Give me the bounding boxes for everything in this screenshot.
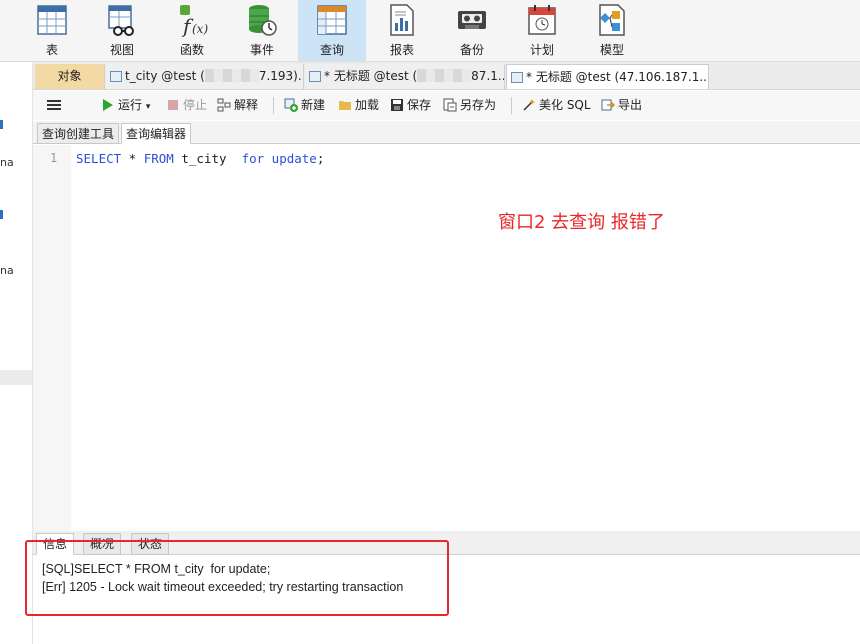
tab-objects[interactable]: 对象 <box>35 64 105 89</box>
explain-label: 解释 <box>234 98 259 112</box>
query-icon <box>511 72 523 83</box>
new-label: 新建 <box>301 98 326 112</box>
save-as-button[interactable]: 另存为 <box>443 97 496 113</box>
folder-icon <box>339 101 351 110</box>
tree-node-marker <box>0 120 3 129</box>
stop-button[interactable]: 停止 <box>166 97 207 113</box>
separator <box>273 97 274 114</box>
svg-text:(x): (x) <box>192 22 208 36</box>
main-toolbar: 表 视图 f (x) 函数 事件 查询 报表 备份 计划 模型 <box>0 0 860 62</box>
tree-node-marker <box>0 210 3 219</box>
query-action-bar: 运行 ▾ 停止 解释 新建 加载 保存 另存为 美化 SQL 导出 <box>33 91 860 120</box>
load-button[interactable]: 加载 <box>338 97 379 113</box>
tab-label-suffix: 7.193)... <box>258 69 303 83</box>
toolbar-label: 计划 <box>529 43 554 57</box>
tab-t-city[interactable]: t_city @test ( 7.193)... <box>106 64 304 89</box>
toolbar-label: 事件 <box>249 43 274 57</box>
view-icon <box>108 5 134 36</box>
toolbar-view-button[interactable]: 视图 <box>88 0 156 61</box>
sidebar-fragment[interactable]: na <box>0 264 14 277</box>
document-tab-bar: 对象 t_city @test ( 7.193)... * 无标题 @test (… <box>33 62 860 90</box>
schedule-icon <box>528 5 556 35</box>
tab-label: * 无标题 @test (47.106.187.1... <box>526 70 709 84</box>
error-highlight-box <box>25 540 449 616</box>
chevron-down-icon[interactable]: ▾ <box>146 102 151 112</box>
sql-editor[interactable]: 1 SELECT * FROM t_city for update; <box>33 145 860 531</box>
query-icon <box>317 5 347 35</box>
code-semicolon: ; <box>316 151 325 166</box>
query-icon <box>309 71 321 82</box>
toolbar-label: 视图 <box>109 43 134 57</box>
redacted-ip <box>204 69 259 82</box>
sql-code-line[interactable]: SELECT * FROM t_city for update; <box>76 151 324 166</box>
tab-label: * 无标题 @test ( <box>324 69 418 83</box>
save-as-label: 另存为 <box>460 98 497 112</box>
export-icon <box>601 99 615 111</box>
backup-icon <box>458 11 486 29</box>
toolbar-schedule-button[interactable]: 计划 <box>508 0 576 61</box>
new-button[interactable]: 新建 <box>284 97 325 113</box>
beautify-sql-button[interactable]: 美化 SQL <box>522 97 591 113</box>
explain-button[interactable]: 解释 <box>217 97 258 113</box>
hamburger-icon <box>47 100 61 110</box>
sidebar-fragment[interactable]: na <box>0 156 14 169</box>
toolbar-model-button[interactable]: 模型 <box>578 0 646 61</box>
toolbar-report-button[interactable]: 报表 <box>368 0 436 61</box>
query-mode-tabs: 查询创建工具 查询编辑器 <box>33 121 860 144</box>
new-query-icon <box>284 98 298 112</box>
menu-button[interactable] <box>47 97 64 113</box>
tab-query-editor[interactable]: 查询编辑器 <box>121 123 192 144</box>
redacted-ip <box>417 69 472 82</box>
run-button[interactable]: 运行 ▾ <box>101 97 150 113</box>
keyword-from: FROM <box>143 151 174 166</box>
code-table-name: t_city <box>173 151 242 166</box>
stop-icon <box>168 100 178 110</box>
code-text: * <box>121 151 144 166</box>
toolbar-backup-button[interactable]: 备份 <box>438 0 506 61</box>
table-icon <box>110 71 122 82</box>
annotation-text: 窗口2 去查询 报错了 <box>498 212 665 233</box>
keyword-for-update: for update <box>241 151 317 166</box>
run-label: 运行 <box>118 98 143 112</box>
tab-untitled-1[interactable]: * 无标题 @test ( 87.1... <box>305 64 505 89</box>
model-icon <box>599 4 625 36</box>
load-label: 加载 <box>355 98 380 112</box>
line-number-gutter: 1 <box>33 145 71 531</box>
save-button[interactable]: 保存 <box>390 97 431 113</box>
export-button[interactable]: 导出 <box>601 97 642 113</box>
play-icon <box>103 99 113 111</box>
tab-label: t_city @test ( <box>125 69 205 83</box>
line-number: 1 <box>50 151 58 165</box>
toolbar-label: 备份 <box>459 43 484 57</box>
beautify-sql-label: 美化 SQL <box>539 98 591 112</box>
tab-untitled-2[interactable]: * 无标题 @test (47.106.187.1... <box>506 64 709 89</box>
toolbar-label: 函数 <box>179 43 204 57</box>
toolbar-event-button[interactable]: 事件 <box>228 0 296 61</box>
save-as-icon <box>443 98 457 112</box>
function-icon: f (x) <box>180 5 208 37</box>
event-icon <box>249 5 277 36</box>
toolbar-label: 查询 <box>319 43 344 57</box>
save-icon <box>391 99 403 111</box>
explain-icon <box>217 98 231 112</box>
toolbar-label: 模型 <box>599 43 624 57</box>
tab-query-builder[interactable]: 查询创建工具 <box>37 123 120 144</box>
magic-wand-icon <box>523 99 535 111</box>
toolbar-table-button[interactable]: 表 <box>18 0 86 61</box>
sidebar-selected-row[interactable] <box>0 370 32 385</box>
tab-label-suffix: 87.1... <box>471 69 504 83</box>
keyword-select: SELECT <box>76 151 122 166</box>
toolbar-query-button[interactable]: 查询 <box>298 0 366 61</box>
save-label: 保存 <box>407 98 432 112</box>
separator <box>511 97 512 114</box>
report-icon <box>390 4 414 36</box>
table-icon <box>37 5 67 35</box>
toolbar-label: 报表 <box>389 43 414 57</box>
toolbar-label: 表 <box>45 43 58 57</box>
toolbar-function-button[interactable]: f (x) 函数 <box>158 0 226 61</box>
export-label: 导出 <box>618 98 643 112</box>
stop-label: 停止 <box>183 98 208 112</box>
